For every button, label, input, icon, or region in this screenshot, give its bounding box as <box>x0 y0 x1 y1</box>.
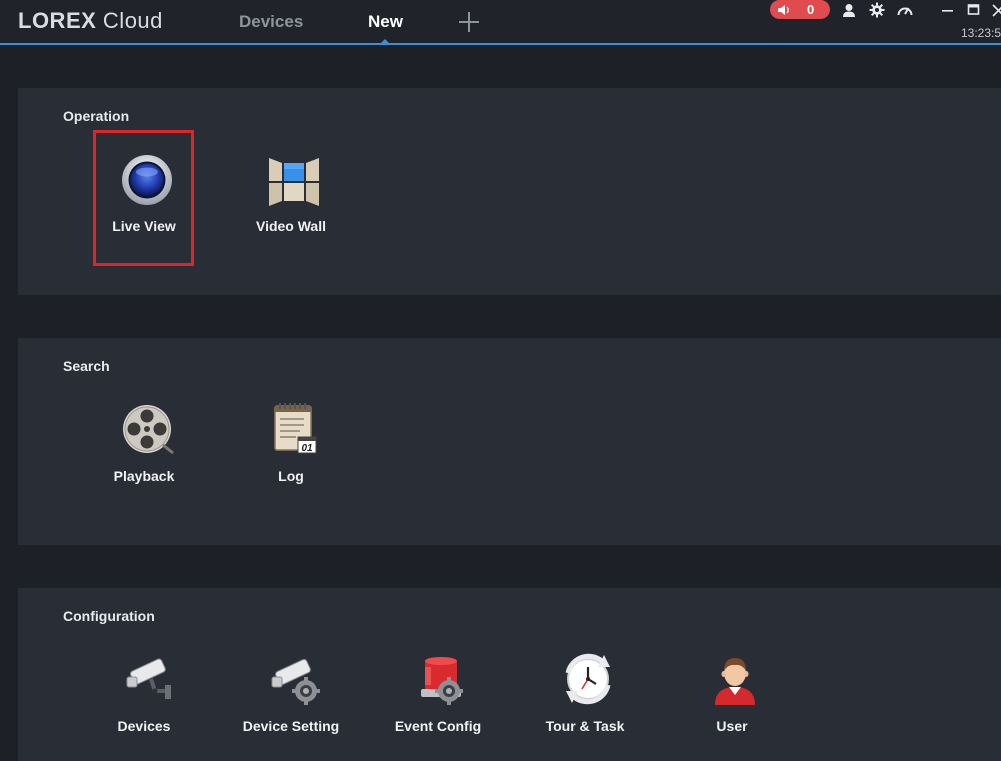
log-notepad-icon: 01 <box>274 403 317 454</box>
playback-label: Playback <box>113 468 175 484</box>
alarm-count: 0 <box>807 2 815 17</box>
active-tab-indicator <box>380 39 390 44</box>
alarm-gear-icon <box>421 657 463 705</box>
close-icon[interactable] <box>992 3 1001 17</box>
minimize-icon[interactable] <box>941 3 955 17</box>
event-config-label: Event Config <box>394 718 482 734</box>
maximize-icon[interactable] <box>967 3 981 17</box>
user-account-icon[interactable] <box>841 2 857 18</box>
section-title-configuration: Configuration <box>63 608 155 624</box>
film-reel-icon <box>123 405 174 455</box>
title-bar: LOREX Cloud Devices New 0 13:23:5 <box>0 0 1001 45</box>
device-setting-label: Device Setting <box>242 718 340 734</box>
speaker-icon <box>778 4 789 15</box>
tour-task-tile[interactable]: Tour & Task <box>525 643 645 753</box>
video-wall-label: Video Wall <box>255 218 326 234</box>
section-title-operation: Operation <box>63 108 130 124</box>
devices-label: Devices <box>117 718 171 734</box>
app-logo: LOREX Cloud <box>18 8 163 33</box>
configuration-section: Configuration Devices Device Setting Eve… <box>18 588 1001 761</box>
event-config-tile[interactable]: Event Config <box>378 643 498 753</box>
log-label: Log <box>278 468 304 484</box>
alarm-button[interactable]: 0 <box>770 0 830 19</box>
performance-gauge-icon[interactable] <box>897 2 913 18</box>
system-clock: 13:23:5 <box>961 26 1001 40</box>
user-tile[interactable]: User <box>672 643 792 753</box>
log-tile[interactable]: 01 Log <box>231 393 351 503</box>
tab-devices[interactable]: Devices <box>239 12 303 32</box>
user-icon <box>715 658 755 705</box>
camera-icon <box>126 658 171 699</box>
log-icon-date: 01 <box>301 443 313 454</box>
gear-icon[interactable] <box>869 2 885 18</box>
camera-gear-icon <box>271 658 320 705</box>
video-wall-icon <box>269 158 319 206</box>
plus-icon[interactable] <box>458 11 479 32</box>
devices-tile[interactable]: Devices <box>84 643 204 753</box>
device-setting-tile[interactable]: Device Setting <box>231 643 351 753</box>
tab-new[interactable]: New <box>368 12 403 32</box>
user-label: User <box>716 718 748 734</box>
clock-refresh-icon <box>565 653 611 705</box>
tour-task-label: Tour & Task <box>545 718 625 734</box>
section-title-search: Search <box>63 358 110 374</box>
video-wall-tile[interactable]: Video Wall <box>231 143 351 253</box>
playback-tile[interactable]: Playback <box>84 393 204 503</box>
search-section: Search Playback 01 Log <box>18 338 1001 545</box>
live-view-highlight <box>93 130 194 266</box>
